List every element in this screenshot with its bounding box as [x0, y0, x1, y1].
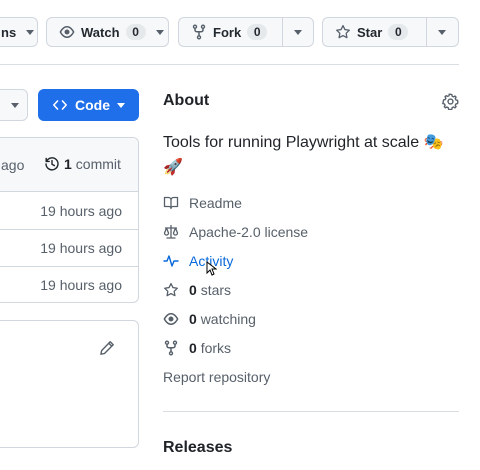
star-label: Star [357, 24, 383, 40]
header-divider [0, 64, 459, 65]
watch-label: Watch [81, 24, 120, 40]
stars-label: stars [200, 282, 232, 298]
star-dropdown[interactable] [427, 18, 457, 46]
law-icon [163, 224, 179, 239]
file-row-time: 19 hours ago [40, 277, 122, 293]
commit-label: commit [75, 156, 121, 172]
chevron-down-icon [294, 29, 302, 35]
stars-link[interactable]: 0 stars [163, 282, 231, 298]
pencil-icon[interactable] [99, 340, 115, 356]
fork-icon [192, 24, 206, 40]
fork-dropdown[interactable] [283, 18, 313, 46]
eye-icon [59, 26, 75, 38]
chevron-down-icon [117, 102, 125, 108]
watching-text: 0 watching [189, 311, 256, 327]
chevron-down-icon [26, 29, 35, 35]
eye-icon [163, 313, 179, 325]
about-divider [163, 411, 459, 412]
forks-link[interactable]: 0 forks [163, 340, 231, 356]
chevron-down-icon [155, 29, 164, 35]
cursor-icon [206, 261, 217, 276]
file-list: ago 1 commit 19 hours ago 19 hours ago 1… [0, 137, 139, 303]
star-icon [164, 282, 178, 297]
watching-count: 0 [189, 311, 197, 327]
file-row-time: 19 hours ago [40, 240, 122, 256]
fork-button[interactable]: Fork 0 [179, 18, 282, 46]
readme-box [0, 320, 139, 448]
chevron-down-icon [438, 29, 446, 35]
stars-text: 0 stars [189, 282, 231, 298]
fork-icon [164, 340, 178, 356]
star-icon [336, 24, 350, 39]
row-divider [0, 229, 138, 230]
code-button[interactable]: Code [38, 89, 139, 121]
branch-dropdown-button[interactable] [0, 89, 28, 121]
partial-header-button[interactable]: ns [0, 17, 38, 47]
about-title: About [163, 92, 210, 109]
fork-label: Fork [213, 24, 242, 40]
readme-link[interactable]: Readme [163, 195, 242, 211]
row-divider [0, 266, 138, 267]
gear-icon[interactable] [442, 93, 459, 110]
code-label: Code [75, 97, 110, 113]
forks-label: forks [200, 340, 232, 356]
forks-text: 0 forks [189, 340, 231, 356]
star-count: 0 [388, 24, 409, 40]
watch-button-group[interactable]: Watch 0 [46, 17, 169, 47]
last-commit-time: ago [1, 157, 25, 173]
activity-link[interactable]: Activity [163, 253, 233, 269]
repo-description: Tools for running Playwright at scale 🎭 … [163, 134, 444, 176]
star-button-group[interactable]: Star 0 [322, 17, 459, 47]
watch-count: 0 [125, 24, 146, 40]
watch-dropdown[interactable] [154, 18, 172, 46]
pulse-icon [163, 255, 179, 267]
chevron-down-icon [11, 102, 19, 108]
releases-title: Releases [163, 439, 233, 456]
report-label: Report repository [163, 369, 271, 385]
stars-count: 0 [189, 282, 197, 298]
watch-button[interactable]: Watch 0 [47, 18, 154, 46]
book-icon [163, 196, 179, 210]
watching-label: watching [200, 311, 256, 327]
fork-count: 0 [247, 24, 268, 40]
fork-button-group[interactable]: Fork 0 [178, 17, 314, 47]
watching-link[interactable]: 0 watching [163, 311, 256, 327]
report-repository-link[interactable]: Report repository [163, 369, 270, 385]
commit-count: 1 [64, 156, 72, 172]
file-row-time: 19 hours ago [40, 203, 122, 219]
forks-count: 0 [189, 340, 197, 356]
readme-label: Readme [189, 195, 242, 211]
license-label: Apache-2.0 license [189, 224, 309, 240]
commit-history-link[interactable]: 1 commit [44, 156, 121, 172]
history-icon [45, 157, 59, 171]
license-link[interactable]: Apache-2.0 license [163, 224, 308, 240]
partial-button-label: ns [1, 24, 17, 40]
code-icon [53, 100, 67, 110]
star-button[interactable]: Star 0 [323, 18, 426, 46]
